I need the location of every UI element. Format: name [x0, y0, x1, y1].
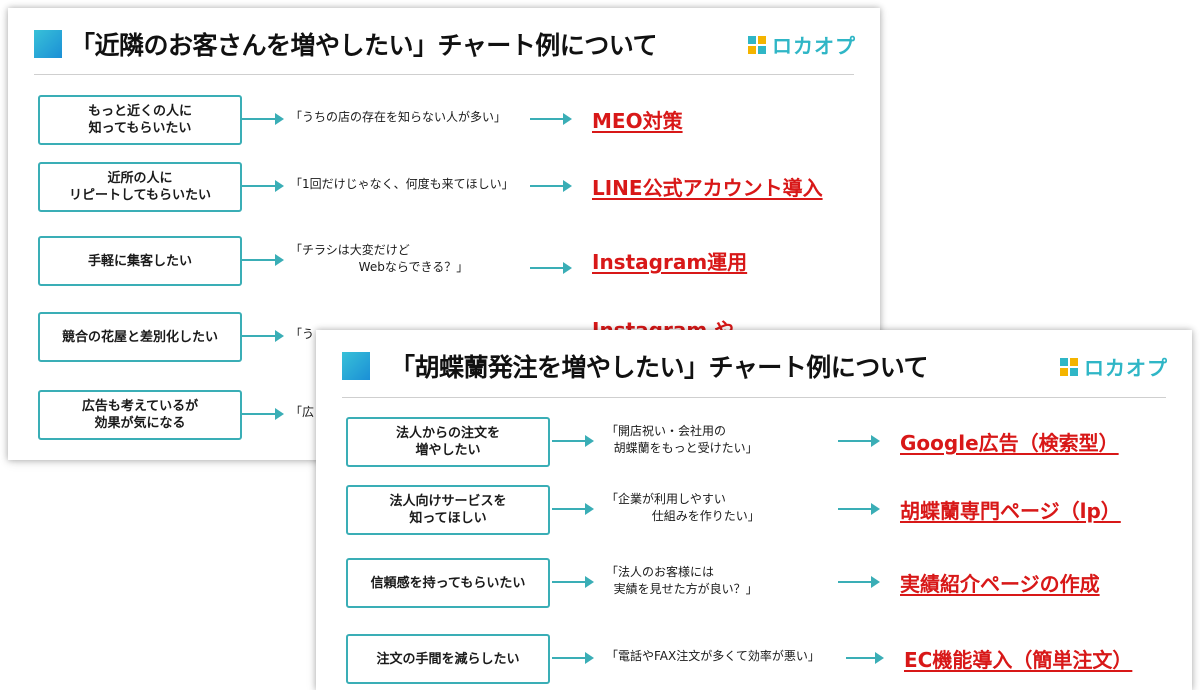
slide1-title: 「近隣のお客さんを増やしたい」チャート例について: [70, 31, 658, 60]
solution-link[interactable]: 実績紹介ページの作成: [900, 568, 1100, 597]
voice-text: 「チラシは大変だけど Webならできる？」: [290, 243, 469, 274]
logo-mark-icon: [748, 35, 766, 54]
arrow-icon: [242, 330, 284, 342]
voice-text: 「電話やFAX注文が多くて効率が悪い」: [606, 649, 820, 663]
slide2-logo: ロカオプ: [1060, 352, 1168, 381]
voice-text: 「企業が利用しやすい 仕組みを作りたい」: [606, 492, 760, 523]
slide2-row-3: 信頼感を持ってもらいたい 「法人のお客様には 実績を見せた方が良い？」 実績紹介…: [316, 558, 1192, 608]
title-square-icon: [34, 30, 62, 58]
need-box: 注文の手間を減らしたい: [346, 634, 550, 684]
voice-text: 「開店祝い・会社用の 胡蝶蘭をもっと受けたい」: [606, 424, 758, 455]
arrow-icon: [242, 254, 284, 266]
need-box: 法人向けサービスを 知ってほしい: [346, 485, 550, 535]
slide1-logo: ロカオプ: [748, 30, 856, 59]
logo-text: ロカオプ: [1084, 356, 1168, 380]
need-box: 法人からの注文を 増やしたい: [346, 417, 550, 467]
arrow-icon: [838, 503, 880, 515]
slide-orchid-orders: 「胡蝶蘭発注を増やしたい」チャート例について ロカオプ 法人からの注文を 増やし…: [316, 330, 1192, 690]
logo-mark-icon: [1060, 357, 1078, 376]
voice-text: 「1回だけじゃなく、何度も来てほしい」: [290, 177, 514, 191]
slide2-title: 「胡蝶蘭発注を増やしたい」チャート例について: [390, 353, 929, 382]
arrow-icon: [530, 113, 572, 125]
need-box: 近所の人に リピートしてもらいたい: [38, 162, 242, 212]
voice-text: 「法人のお客様には 実績を見せた方が良い？」: [606, 565, 758, 596]
arrow-icon: [530, 262, 572, 274]
slide1-divider: [34, 74, 854, 75]
need-box: 広告も考えているが 効果が気になる: [38, 390, 242, 440]
slide2-row-4: 注文の手間を減らしたい 「電話やFAX注文が多くて効率が悪い」 EC機能導入（簡…: [316, 634, 1192, 684]
slide1-row-3: 手軽に集客したい 「チラシは大変だけど Webならできる？」 Instagram…: [8, 236, 880, 286]
arrow-icon: [838, 576, 880, 588]
arrow-icon: [552, 435, 594, 447]
voice-text: 「う: [290, 327, 315, 341]
solution-link[interactable]: Instagram運用: [592, 246, 747, 275]
need-box: 信頼感を持ってもらいたい: [346, 558, 550, 608]
slide1-title-bar: 「近隣のお客さんを増やしたい」チャート例について: [34, 24, 658, 64]
arrow-icon: [846, 652, 884, 664]
need-box: もっと近くの人に 知ってもらいたい: [38, 95, 242, 145]
need-box: 手軽に集客したい: [38, 236, 242, 286]
solution-link[interactable]: LINE公式アカウント導入: [592, 172, 823, 201]
arrow-icon: [242, 408, 284, 420]
solution-link[interactable]: 胡蝶蘭専門ページ（lp）: [900, 495, 1121, 524]
arrow-icon: [552, 503, 594, 515]
solution-link[interactable]: EC機能導入（簡単注文）: [904, 644, 1132, 673]
voice-text: 「広: [290, 405, 315, 419]
arrow-icon: [242, 180, 284, 192]
solution-link[interactable]: MEO対策: [592, 105, 683, 134]
arrow-icon: [552, 576, 594, 588]
arrow-icon: [530, 180, 572, 192]
slide1-row-1: もっと近くの人に 知ってもらいたい 「うちの店の存在を知らない人が多い」 MEO…: [8, 95, 880, 145]
title-square-icon: [342, 352, 370, 380]
arrow-icon: [552, 652, 594, 664]
slide1-row-2: 近所の人に リピートしてもらいたい 「1回だけじゃなく、何度も来てほしい」 LI…: [8, 162, 880, 212]
arrow-icon: [838, 435, 880, 447]
voice-text: 「うちの店の存在を知らない人が多い」: [290, 110, 507, 124]
need-box: 競合の花屋と差別化したい: [38, 312, 242, 362]
slide2-divider: [342, 397, 1166, 398]
logo-text: ロカオプ: [772, 34, 856, 58]
arrow-icon: [242, 113, 284, 125]
slide2-row-1: 法人からの注文を 増やしたい 「開店祝い・会社用の 胡蝶蘭をもっと受けたい」 G…: [316, 417, 1192, 467]
slide2-row-2: 法人向けサービスを 知ってほしい 「企業が利用しやすい 仕組みを作りたい」 胡蝶…: [316, 485, 1192, 535]
solution-link[interactable]: Google広告（検索型）: [900, 427, 1119, 456]
slide2-title-bar: 「胡蝶蘭発注を増やしたい」チャート例について: [342, 346, 929, 386]
